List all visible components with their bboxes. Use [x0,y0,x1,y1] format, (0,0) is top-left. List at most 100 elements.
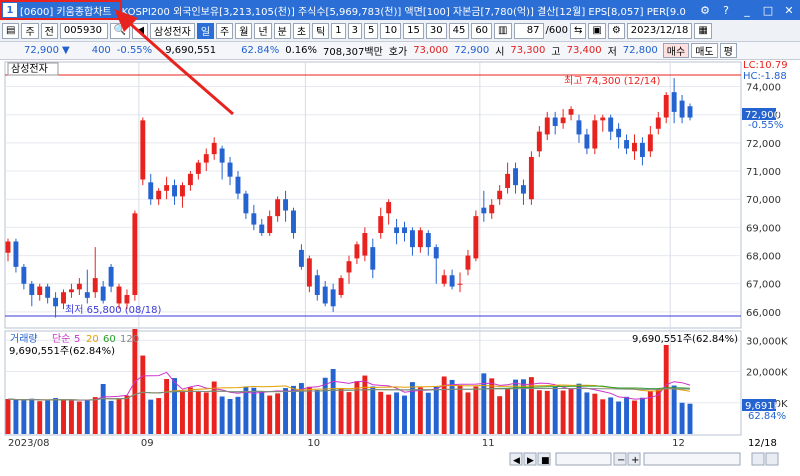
volume-bar [449,379,455,434]
tab-month[interactable]: 월 [235,22,253,39]
volume-bar [624,396,630,434]
candle-body [291,210,296,234]
close-icon[interactable]: ✕ [780,2,798,18]
x-tick-label: 11 [482,438,495,449]
volume-bar [497,396,503,434]
flat-button[interactable]: 평 [719,43,737,58]
volume-bar [584,392,590,434]
tab-day[interactable]: 일 [196,22,215,39]
layout-button[interactable] [751,452,765,466]
candle-body [394,227,400,234]
candle-body [322,286,328,304]
volume-bar [227,399,233,434]
tab-week[interactable]: 주 [216,22,234,39]
candle-body [481,207,487,214]
volume-bar [45,400,51,434]
volume-bar [243,386,249,434]
tab-tick[interactable]: 틱 [312,22,330,39]
candle-body [37,286,43,296]
volume-bar [338,388,344,434]
candle-body [203,154,209,163]
speaker-icon[interactable]: ◀ [132,22,149,39]
volume-bar [195,391,201,434]
buy-button[interactable]: 매수 [662,43,690,58]
candle-body [584,134,590,149]
stock-code-input[interactable]: 005930 [59,22,108,39]
zoom-slider[interactable] [555,452,612,466]
scroll-left-icon: ◀ [513,456,520,466]
volume-bar [275,393,281,434]
volume-bar [203,392,209,434]
tool-strip[interactable] [643,452,741,466]
volume-bar [140,355,146,434]
settings-icon[interactable]: ⚙ [607,22,625,39]
type-select[interactable]: 주 [21,22,39,39]
candle-body [370,247,376,270]
date-input[interactable]: 2023/12/18 [626,22,693,39]
menu-icon[interactable]: ▤ [2,22,20,39]
x-tick-label: 10 [307,438,320,449]
save-icon[interactable]: ▣ [588,22,606,39]
calendar-icon[interactable]: ▦ [694,22,712,39]
price-tick-label: 71,000 [746,167,781,178]
interval-10[interactable]: 10 [380,22,402,39]
volume-bar [473,386,479,434]
x-right-label: 12/18 [748,438,777,449]
link-icon[interactable]: ⚙ [696,2,714,18]
tab-year[interactable]: 년 [254,22,272,39]
interval-15[interactable]: 15 [403,22,424,39]
date-axis: 10 11 12 2023/08 09 [8,438,685,449]
help-icon[interactable]: ? [717,2,735,18]
volume-bar [283,388,289,434]
interval-45[interactable]: 45 [448,22,470,39]
volume-tick-label: 30,000K [746,336,788,347]
interval-30[interactable]: 30 [425,22,447,39]
interval-5[interactable]: 5 [364,22,379,39]
lc-label: LC:10.79 [743,60,788,71]
candle-body [330,289,336,307]
window-number-badge: 1 [3,3,17,17]
open-value: 73,300 [510,45,546,56]
candle-body [679,100,685,118]
candle-body [227,162,233,177]
chart-setting-icon[interactable]: ▥ [494,22,512,39]
search-icon[interactable]: 🔍 [109,22,131,39]
candle-body [298,249,304,267]
jeon-button[interactable]: 전 [40,22,58,39]
tab-second[interactable]: 초 [292,22,311,39]
print-button[interactable] [765,452,779,466]
volume-bar [5,399,11,434]
legend-ma120: 120 [120,334,139,345]
candle-body [521,185,526,194]
stock-name-field[interactable]: 삼성전자 [150,22,195,39]
interval-3[interactable]: 3 [347,22,362,39]
minimize-icon[interactable]: _ [738,2,756,18]
volume-bar [639,397,645,434]
candle-body [68,289,74,293]
volume-bar [61,399,66,434]
volume-value: 9,690,551 [165,45,217,56]
volume-bar [568,388,574,434]
open-label: 시 [495,47,505,58]
sell-button[interactable]: 매도 [691,43,718,58]
price-panel [4,61,742,329]
interval-60[interactable]: 60 [471,22,493,39]
candle-body [243,193,249,214]
candle-body [100,286,106,301]
candle-body [560,117,566,124]
maximize-icon[interactable]: □ [759,2,777,18]
candle-body [473,216,479,259]
interval-1[interactable]: 1 [331,22,346,39]
compare-icon[interactable]: ⇆ [569,22,587,39]
volume-bar [116,398,122,434]
count-input[interactable]: 87 [513,22,544,39]
candle-body [124,295,130,304]
volume-bar [544,390,550,434]
volume-bar [100,384,106,434]
price-volume-chart[interactable]: 삼성전자 최고 74,300 (12/14) 최저 65,800 (08/18)… [0,4,800,473]
candle-body [544,117,550,135]
legend-simple: 단순 [52,333,70,345]
candle-body [219,148,225,163]
candle-body [235,176,241,194]
tab-minute[interactable]: 분 [273,22,291,39]
